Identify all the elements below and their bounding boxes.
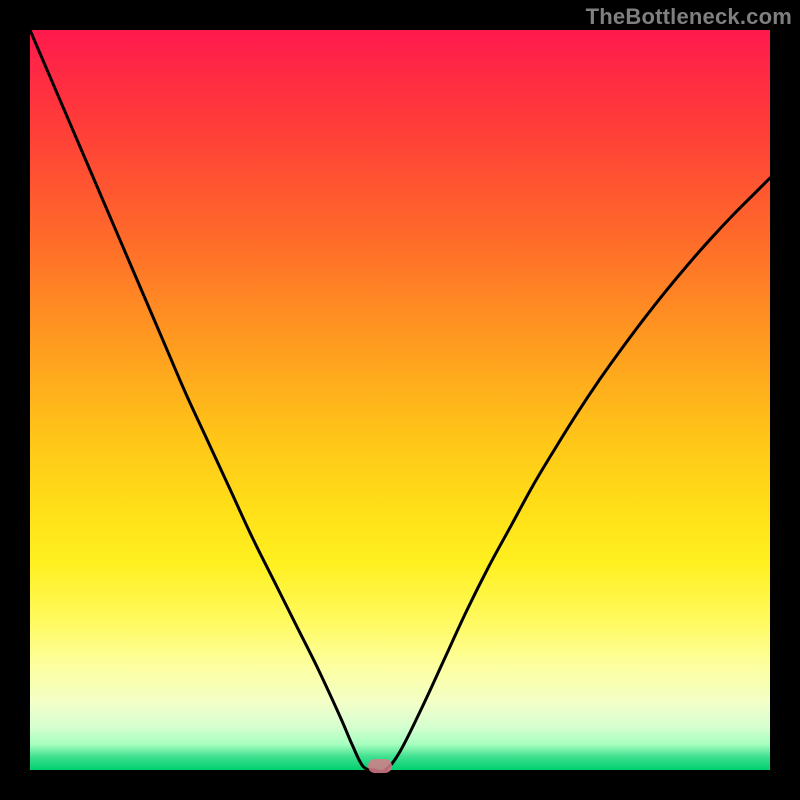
plot-area [30, 30, 770, 770]
optimum-marker [368, 759, 392, 773]
watermark-text: TheBottleneck.com [586, 4, 792, 30]
bottleneck-curve [30, 30, 770, 770]
chart-frame: TheBottleneck.com [0, 0, 800, 800]
